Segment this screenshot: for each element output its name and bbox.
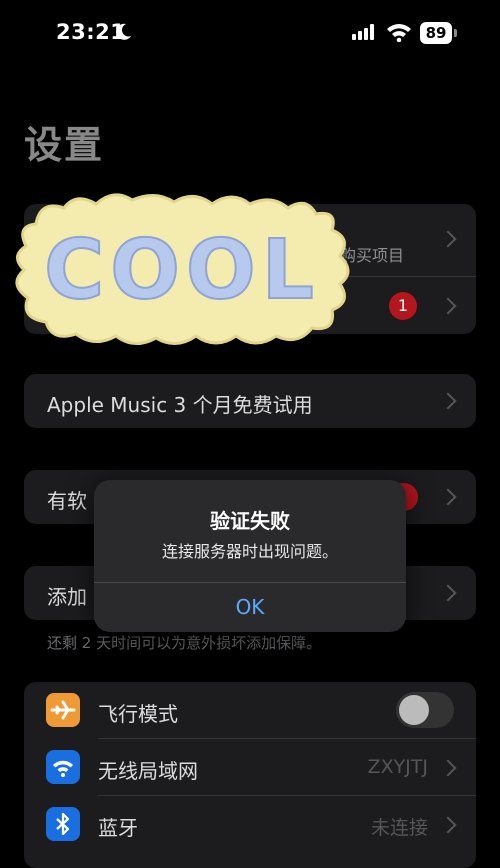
battery-cap [454,29,457,37]
page-title: 设置 [24,123,105,167]
wifi-label: 无线局域网 [98,759,198,783]
alert-title: 验证失败 [210,509,290,533]
bluetooth-value: 未连接 [370,817,428,839]
notification-badge: 1 [389,292,417,320]
applecare-footnote: 还剩 2 天时间可以为意外损坏添加保障。 [47,634,322,652]
moon-icon [116,23,131,40]
chevron-right-icon [439,230,457,248]
software-update-label: 有软 [47,489,87,513]
battery-indicator: 89 [420,22,452,44]
airplane-icon [46,693,80,727]
bluetooth-icon [46,807,80,841]
wifi-status-icon [387,24,411,42]
sticker-text: COOL [44,223,320,318]
alert-message: 连接服务器时出现问题。 [161,542,338,561]
airplane-mode-toggle[interactable] [396,692,454,728]
chevron-right-icon [439,759,457,777]
ok-button[interactable]: OK [94,583,406,632]
alert-dialog: 验证失败 连接服务器时出现问题。 OK [94,480,406,632]
airplane-mode-label: 飞行模式 [98,702,178,726]
settings-screen: 23:21 89 设置 购买项目 1 Apple Music 3 个月免费试用 … [0,0,500,868]
applecare-label: 添加 [47,585,87,609]
chevron-right-icon [439,488,457,506]
cool-sticker: COOL [15,193,350,345]
apple-music-promo-label: Apple Music 3 个月免费试用 [47,393,313,417]
chevron-right-icon [439,297,457,315]
bluetooth-row[interactable]: 蓝牙 未连接 [24,796,476,852]
chevron-right-icon [439,816,457,834]
bluetooth-label: 蓝牙 [98,816,138,840]
apple-music-promo-row[interactable]: Apple Music 3 个月免费试用 [24,374,476,428]
wifi-icon [46,750,80,784]
cellular-signal-icon [352,24,374,40]
status-bar: 23:21 89 [0,0,500,68]
chevron-right-icon [439,584,457,602]
chevron-right-icon [439,392,457,410]
wifi-row[interactable]: 无线局域网 ZXYJTJ [24,739,476,795]
wifi-network-value: ZXYJTJ [367,756,428,778]
airplane-mode-row[interactable]: 飞行模式 [24,682,476,738]
connectivity-group: 飞行模式 无线局域网 ZXYJTJ 蓝牙 未连接 [24,682,476,868]
toggle-knob [399,695,429,725]
